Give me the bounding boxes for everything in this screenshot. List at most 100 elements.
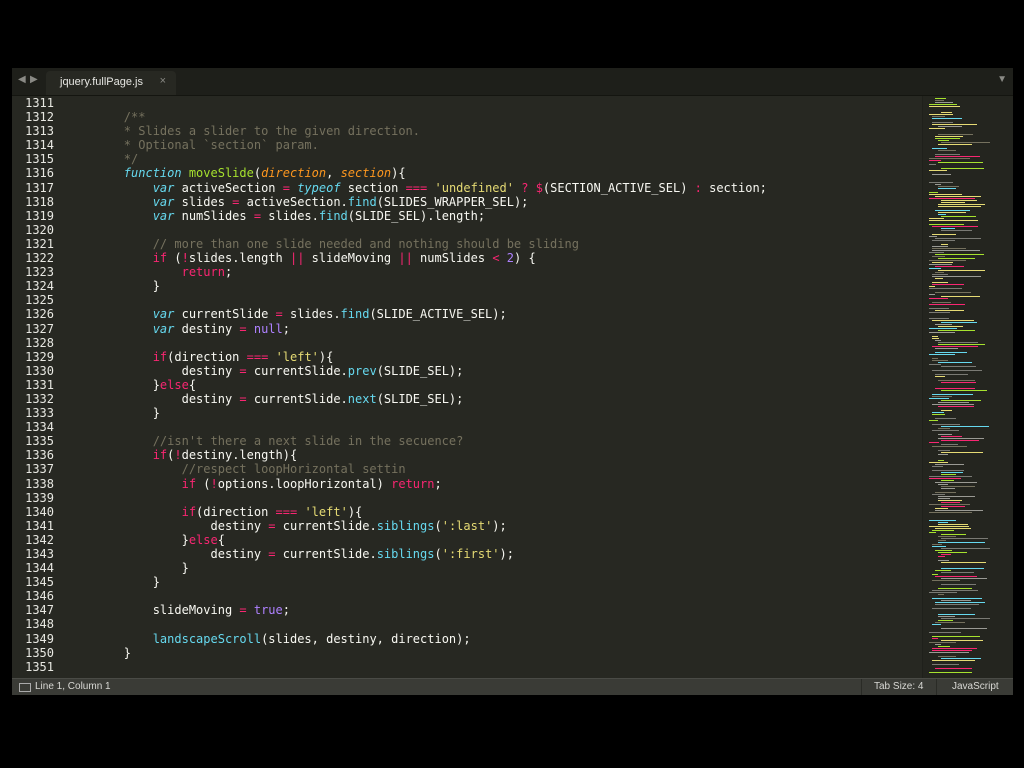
minimap-line bbox=[938, 206, 981, 207]
code-line[interactable] bbox=[66, 223, 916, 237]
code-token: ! bbox=[210, 476, 218, 491]
code-line[interactable]: */ bbox=[66, 152, 916, 166]
code-line[interactable]: } bbox=[66, 646, 916, 660]
minimap-line bbox=[941, 548, 990, 549]
code-token: true bbox=[253, 603, 283, 618]
code-line[interactable]: var destiny = null; bbox=[66, 322, 916, 336]
code-line[interactable]: function moveSlide(direction, section){ bbox=[66, 166, 916, 180]
minimap-line bbox=[935, 352, 967, 353]
close-icon[interactable]: × bbox=[160, 75, 166, 87]
code-line[interactable]: var activeSection = typeof section === '… bbox=[66, 181, 916, 195]
code-line[interactable]: }else{ bbox=[66, 533, 916, 547]
code-token: ; bbox=[224, 265, 233, 280]
minimap-line bbox=[941, 502, 960, 503]
line-number: 1319 bbox=[25, 208, 54, 223]
code-line[interactable]: var numSlides = slides.find(SLIDE_SEL).l… bbox=[66, 209, 916, 223]
code-token: destiny bbox=[66, 363, 240, 378]
code-line[interactable]: destiny = currentSlide.siblings(':first'… bbox=[66, 547, 916, 561]
code-token: } bbox=[66, 532, 189, 547]
code-token: if bbox=[66, 251, 168, 266]
code-line[interactable]: } bbox=[66, 279, 916, 293]
code-editor[interactable]: 1311 1312 1313 1314 1315 1316 1317 1318 1319 1320… bbox=[12, 96, 918, 678]
code-line[interactable]: } bbox=[66, 406, 916, 420]
panel-toggle-icon[interactable] bbox=[19, 683, 31, 692]
minimap-line bbox=[938, 162, 983, 163]
minimap-line bbox=[938, 454, 948, 455]
syntax-selector[interactable]: JavaScript bbox=[952, 681, 999, 692]
status-divider bbox=[861, 679, 862, 695]
tab-forward-icon[interactable]: ▶ bbox=[30, 74, 38, 85]
minimap-line bbox=[941, 426, 989, 427]
code-line[interactable]: var slides = activeSection.find(SLIDES_W… bbox=[66, 195, 916, 209]
minimap[interactable] bbox=[922, 96, 1013, 678]
code-area[interactable]: /** * Slides a slider to the given direc… bbox=[66, 96, 916, 678]
minimap-line bbox=[932, 282, 948, 283]
minimap-line bbox=[938, 542, 985, 543]
minimap-line bbox=[932, 174, 951, 175]
line-number: 1316 bbox=[25, 166, 54, 181]
minimap-line bbox=[938, 556, 945, 557]
code-line[interactable] bbox=[66, 96, 916, 110]
code-token: activeSection. bbox=[239, 194, 348, 209]
code-line[interactable]: destiny = currentSlide.siblings(':last')… bbox=[66, 519, 916, 533]
code-line[interactable]: //respect loopHorizontal settin bbox=[66, 462, 916, 476]
code-token: siblings bbox=[376, 518, 435, 533]
code-token: } bbox=[66, 279, 160, 294]
minimap-line bbox=[938, 362, 972, 363]
code-line[interactable]: * Optional `section` param. bbox=[66, 138, 916, 152]
code-line[interactable]: } bbox=[66, 561, 916, 575]
tab-size-selector[interactable]: Tab Size: 4 bbox=[874, 681, 923, 692]
code-line[interactable]: //isn't there a next slide in the secuen… bbox=[66, 434, 916, 448]
minimap-line bbox=[935, 210, 970, 211]
code-line[interactable] bbox=[66, 420, 916, 434]
code-line[interactable]: // more than one slide needed and nothin… bbox=[66, 237, 916, 251]
code-line[interactable]: if (!options.loopHorizontal) return; bbox=[66, 477, 916, 491]
code-token: === bbox=[246, 349, 269, 364]
code-line[interactable] bbox=[66, 617, 916, 631]
minimap-line bbox=[935, 238, 981, 239]
minimap-line bbox=[941, 440, 979, 441]
tab-back-icon[interactable]: ◀ bbox=[18, 74, 26, 85]
code-line[interactable] bbox=[66, 293, 916, 307]
code-line[interactable]: return; bbox=[66, 265, 916, 279]
tab-jquery-fullpage[interactable]: jquery.fullPage.js × bbox=[46, 71, 176, 95]
code-line[interactable] bbox=[66, 336, 916, 350]
code-token: (slides, destiny, direction); bbox=[261, 631, 471, 646]
code-line[interactable]: * Slides a slider to the given direction… bbox=[66, 124, 916, 138]
code-line[interactable]: var currentSlide = slides.find(SLIDE_ACT… bbox=[66, 307, 916, 321]
line-number: 1324 bbox=[25, 279, 54, 294]
code-line[interactable]: if(!destiny.length){ bbox=[66, 448, 916, 462]
code-line[interactable]: if(direction === 'left'){ bbox=[66, 350, 916, 364]
code-token: if bbox=[66, 448, 168, 463]
code-line[interactable]: if (!slides.length || slideMoving || num… bbox=[66, 251, 916, 265]
minimap-line bbox=[932, 262, 953, 263]
code-line[interactable]: /** bbox=[66, 110, 916, 124]
tab-menu-chevron-down-icon[interactable]: ▼ bbox=[997, 74, 1007, 85]
code-line[interactable] bbox=[66, 660, 916, 674]
code-line[interactable] bbox=[66, 491, 916, 505]
code-line[interactable]: landscapeScroll(slides, destiny, directi… bbox=[66, 632, 916, 646]
code-line[interactable]: slideMoving = true; bbox=[66, 603, 916, 617]
code-line[interactable] bbox=[66, 589, 916, 603]
minimap-line bbox=[941, 506, 965, 507]
line-number: 1321 bbox=[25, 236, 54, 251]
minimap-line bbox=[938, 326, 963, 327]
minimap-line bbox=[938, 560, 949, 561]
code-token: destiny bbox=[66, 391, 240, 406]
line-number: 1340 bbox=[25, 504, 54, 519]
code-token: var bbox=[66, 194, 182, 209]
code-token: || bbox=[398, 251, 413, 266]
minimap-line bbox=[938, 270, 985, 271]
code-token: destiny bbox=[66, 518, 269, 533]
code-line[interactable]: }else{ bbox=[66, 378, 916, 392]
code-line[interactable]: if(direction === 'left'){ bbox=[66, 505, 916, 519]
code-line[interactable]: destiny = currentSlide.next(SLIDE_SEL); bbox=[66, 392, 916, 406]
minimap-line bbox=[932, 466, 943, 467]
code-token: slides. bbox=[282, 307, 341, 322]
minimap-line bbox=[932, 248, 966, 249]
code-line[interactable]: } bbox=[66, 575, 916, 589]
minimap-line bbox=[935, 550, 952, 551]
code-line[interactable]: destiny = currentSlide.prev(SLIDE_SEL); bbox=[66, 364, 916, 378]
minimap-line bbox=[929, 312, 950, 313]
code-token: } bbox=[66, 561, 189, 576]
